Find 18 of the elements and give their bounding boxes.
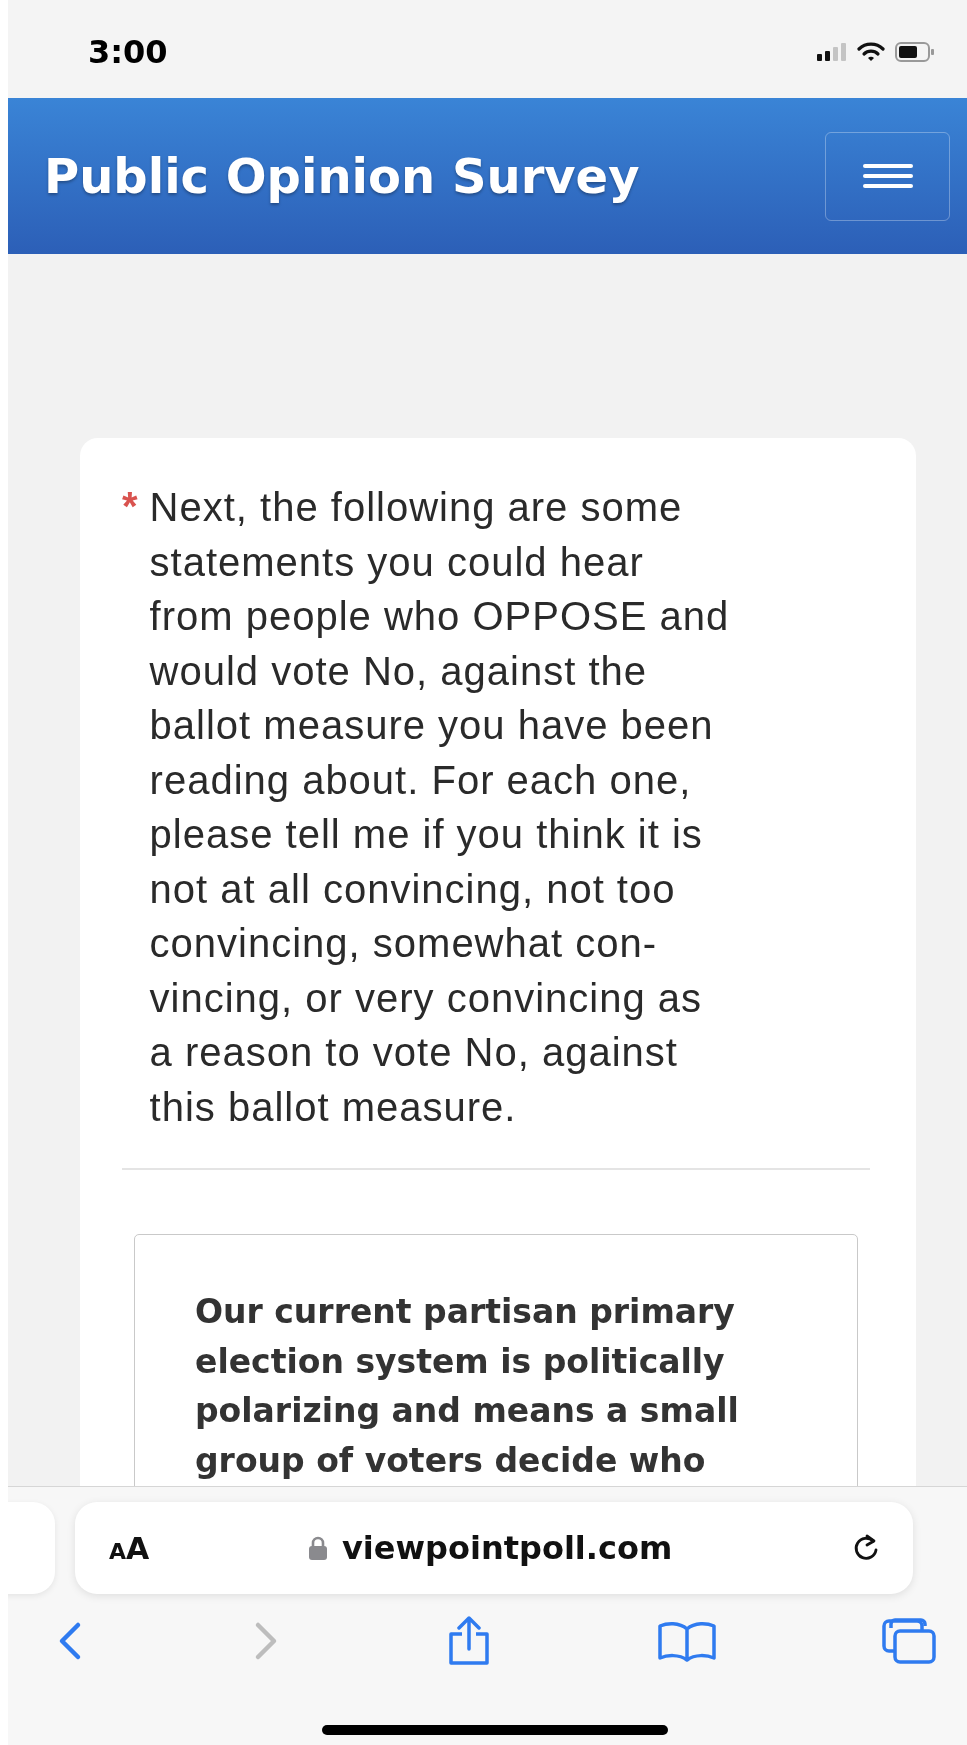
tabs-button[interactable] [881,1618,937,1664]
url-text: viewpointpoll.com [341,1529,673,1567]
tabs-icon [881,1618,937,1664]
text-size-button[interactable]: AA [109,1530,150,1566]
book-icon [656,1620,717,1662]
menu-icon [862,163,913,189]
address-bar[interactable]: AA viewpointpoll.com [75,1502,913,1594]
page-title: Public Opinion Survey [44,148,640,204]
required-asterisk: * [122,483,138,530]
battery-icon [895,41,935,63]
menu-button[interactable] [825,131,950,221]
statement-text: Our current partisan primary election system is politically polarizing and means a small group of voters decide who [195,1291,740,1482]
book-button[interactable] [656,1620,717,1662]
wifi-icon [857,42,885,62]
lock-icon [307,1535,328,1561]
signal-icon [817,42,847,62]
status-time: 3:00 [88,33,168,71]
question-text: Next, the following are some statements you could hear from people who OPPOSE and would vote No, against the ballot measure you have been reading about. For each one, please tell me if you think it is not at all convincing, not too convincing, somewhat con- vincing, or very convincing as a reason to vote No, against this ballot measure. [149,484,730,1131]
